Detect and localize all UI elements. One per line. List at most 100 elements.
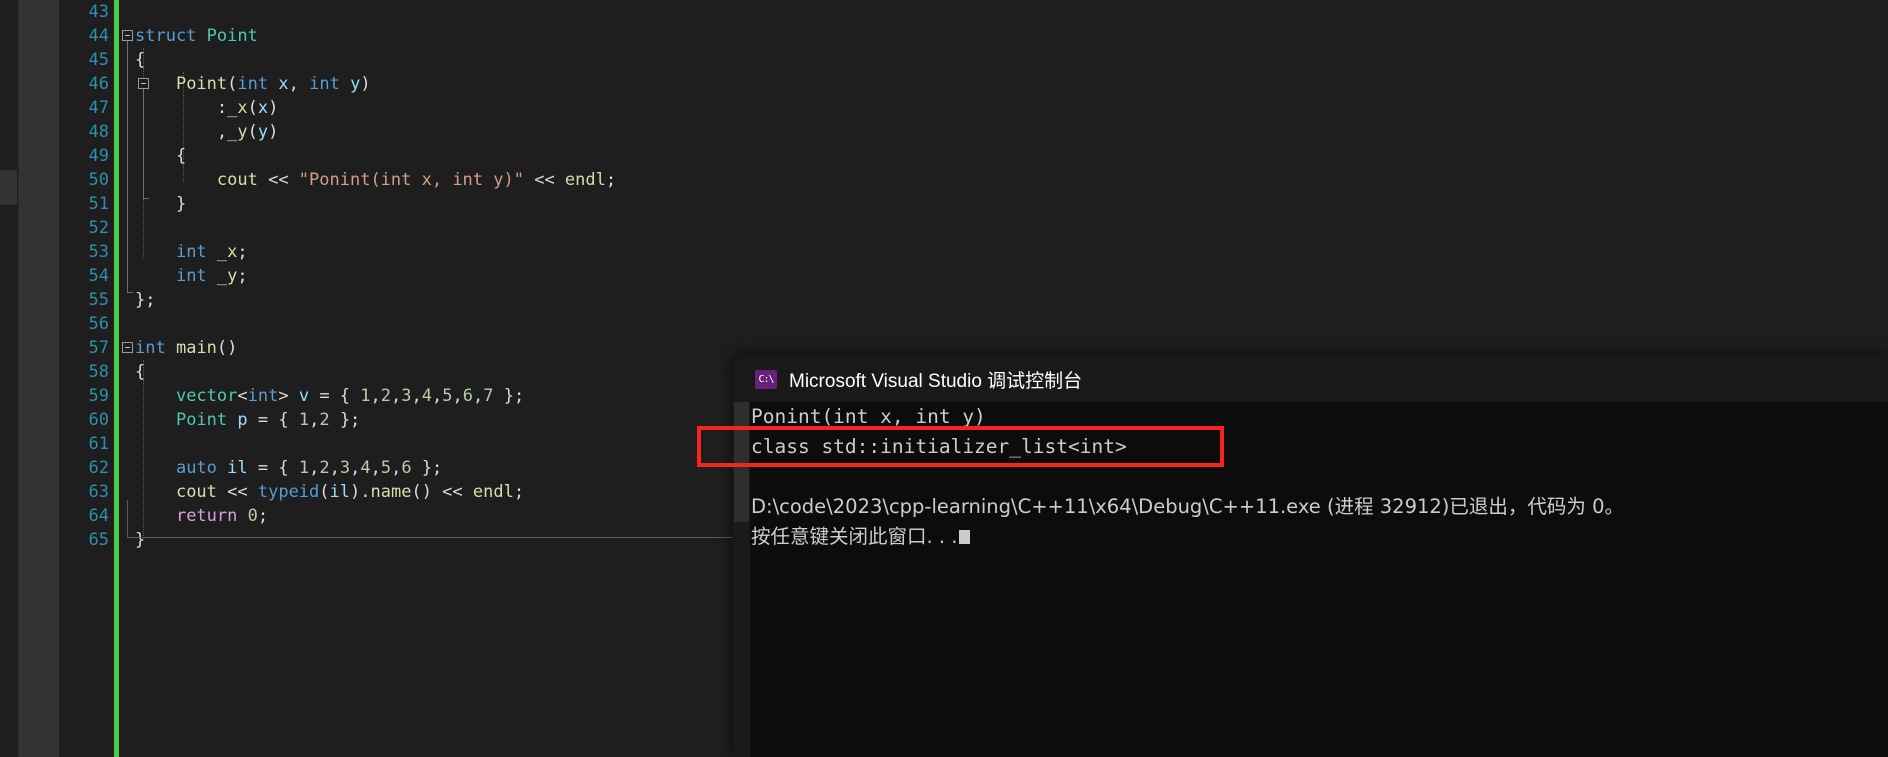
- code-token-brace: };: [135, 290, 156, 310]
- code-token-punct: ,: [370, 386, 381, 406]
- code-token-param: y: [257, 122, 269, 142]
- code-line[interactable]: [121, 312, 1888, 336]
- code-token-brace: }: [175, 194, 187, 214]
- code-line[interactable]: int _y;: [121, 264, 1888, 288]
- code-token-op: <<: [431, 482, 473, 502]
- line-number: 47: [88, 98, 109, 118]
- code-line[interactable]: }: [121, 192, 1888, 216]
- code-token-op: <<: [216, 482, 258, 502]
- code-token-number: 1: [298, 458, 310, 478]
- code-token-number: 7: [483, 386, 494, 406]
- code-line[interactable]: [121, 216, 1888, 240]
- line-number: 61: [88, 434, 109, 454]
- code-token-punct: (: [247, 122, 258, 142]
- code-token-op: <<: [257, 170, 299, 190]
- code-line[interactable]: };: [121, 288, 1888, 312]
- console-line: Ponint(int x, int y): [751, 405, 986, 428]
- code-token-keyword: int: [247, 386, 279, 406]
- code-token-number: 2: [319, 410, 330, 430]
- line-number: 60: [88, 410, 109, 430]
- code-token-number: 4: [421, 386, 433, 406]
- code-token-string: "Ponint(int x, int y)": [298, 170, 524, 190]
- outline-region-line: [127, 500, 128, 538]
- code-line[interactable]: {: [121, 144, 1888, 168]
- code-token-punct: ;: [237, 266, 248, 286]
- code-token-number: 4: [360, 458, 371, 478]
- code-token-punct: ,: [309, 410, 320, 430]
- code-token-type: Point: [206, 26, 258, 46]
- code-token-member: _x: [216, 242, 238, 262]
- code-token-number: 1: [360, 386, 371, 406]
- console-scrollbar[interactable]: [733, 402, 750, 757]
- code-token-punct: ,: [329, 458, 340, 478]
- code-token-member: _y: [227, 122, 248, 142]
- code-line[interactable]: [121, 0, 1888, 24]
- code-token-punct: ,: [350, 458, 361, 478]
- code-token-punct: (: [247, 98, 258, 118]
- code-token-keyword: int: [175, 266, 207, 286]
- code-token-variable: il: [329, 482, 351, 502]
- code-token-punct: ;: [237, 242, 248, 262]
- code-token-punct: ): [268, 98, 279, 118]
- line-number: 54: [88, 266, 109, 286]
- editor-scrollbar-thumb[interactable]: [0, 170, 17, 205]
- code-line[interactable]: cout << "Ponint(int x, int y)" << endl;: [121, 168, 1888, 192]
- code-token-punct: <: [237, 386, 248, 406]
- console-line-with-cursor: 按任意键关闭此窗口. . .: [751, 522, 1888, 552]
- code-token-brace: {: [175, 146, 187, 166]
- code-token-punct: (): [216, 338, 238, 358]
- code-token-identifier: endl: [564, 170, 606, 190]
- code-line[interactable]: int _x;: [121, 240, 1888, 264]
- code-token-function: Point: [175, 74, 228, 94]
- code-token-punct: ,: [309, 458, 320, 478]
- line-number: 62: [88, 458, 109, 478]
- code-token-keyword: auto: [175, 458, 217, 478]
- code-line[interactable]: :_x(x): [121, 96, 1888, 120]
- code-token-punct: ,: [288, 74, 310, 94]
- line-number: 65: [88, 530, 109, 550]
- line-number: 64: [88, 506, 109, 526]
- code-token-variable: v: [298, 386, 310, 406]
- code-token-type: vector: [175, 386, 238, 406]
- line-number: 46: [88, 74, 109, 94]
- code-token-punct: (): [411, 482, 432, 502]
- code-token-op: <<: [523, 170, 565, 190]
- console-scrollbar-thumb[interactable]: [734, 402, 749, 522]
- editor-vertical-scrollbar[interactable]: [0, 0, 19, 757]
- line-number: 59: [88, 386, 109, 406]
- console-output-area[interactable]: Ponint(int x, int y) class std::initiali…: [733, 402, 1888, 757]
- code-line[interactable]: ,_y(y): [121, 120, 1888, 144]
- line-number: 53: [88, 242, 109, 262]
- code-token-punct: };: [329, 410, 361, 430]
- code-token-keyword: struct: [135, 26, 197, 46]
- code-token-op: = {: [309, 386, 361, 406]
- code-line[interactable]: {: [121, 48, 1888, 72]
- code-line[interactable]: Point(int x, int y): [121, 72, 1888, 96]
- debug-console-window[interactable]: C:\ Microsoft Visual Studio 调试控制台 Ponint…: [733, 356, 1888, 757]
- code-token-function: name: [370, 482, 412, 502]
- console-title-bar[interactable]: C:\ Microsoft Visual Studio 调试控制台: [733, 356, 1888, 402]
- outline-region-underline: [127, 537, 757, 538]
- code-token-member: _x: [227, 98, 248, 118]
- code-token-variable: p: [237, 410, 248, 430]
- code-token-keyword: int: [237, 74, 269, 94]
- code-line[interactable]: struct Point: [121, 24, 1888, 48]
- code-token-number: 6: [462, 386, 474, 406]
- breakpoint-margin[interactable]: [19, 0, 59, 757]
- code-token-param: y: [350, 74, 361, 94]
- code-token-param: x: [257, 98, 269, 118]
- console-text-lines: Ponint(int x, int y) class std::initiali…: [751, 402, 1888, 552]
- code-token-punct: ).: [350, 482, 371, 502]
